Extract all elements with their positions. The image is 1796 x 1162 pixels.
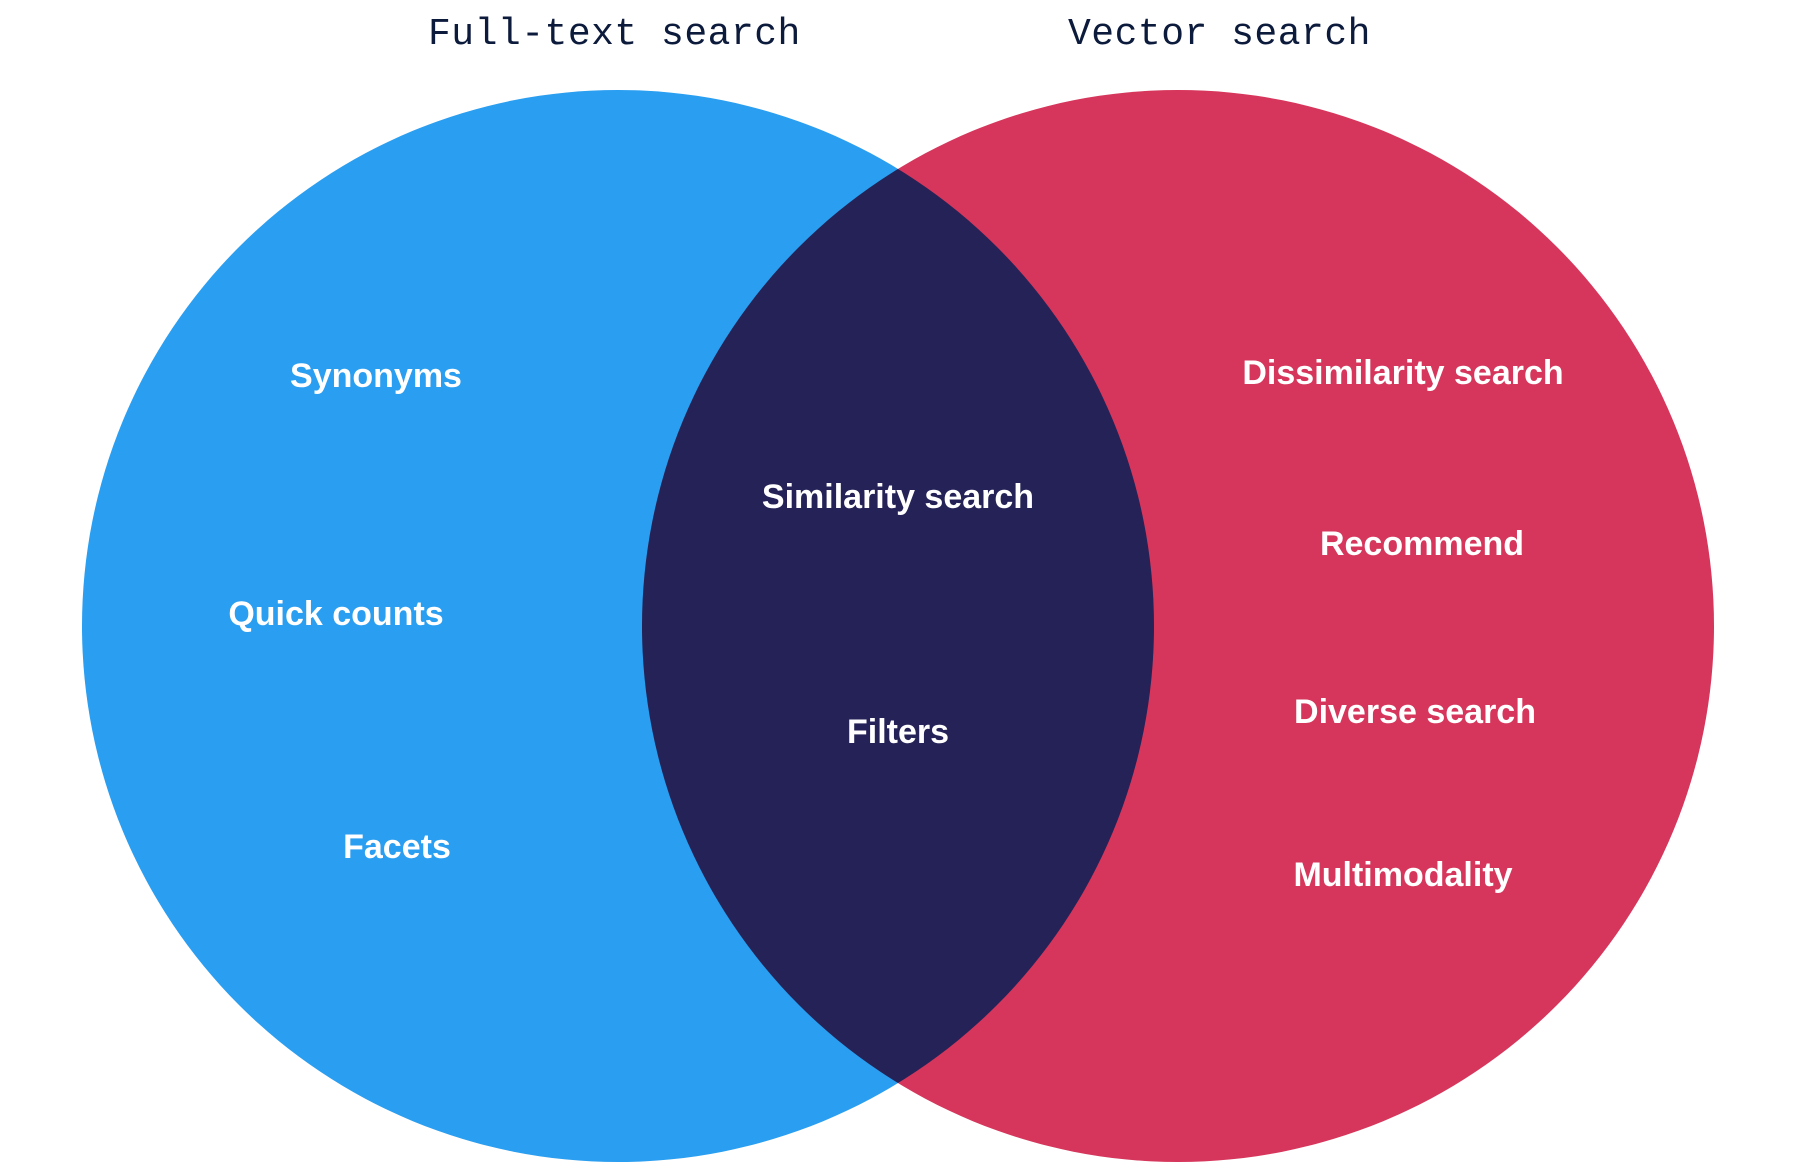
- right-circle: [642, 90, 1714, 1162]
- right-item-3: Multimodality: [1293, 856, 1512, 895]
- left-item-0: Synonyms: [290, 357, 462, 396]
- right-circle-title: Vector search: [1068, 13, 1371, 56]
- intersection-item-0: Similarity search: [762, 478, 1034, 517]
- left-circle-title: Full-text search: [428, 13, 801, 56]
- right-item-2: Diverse search: [1294, 693, 1536, 732]
- right-item-1: Recommend: [1320, 525, 1524, 564]
- right-item-0: Dissimilarity search: [1242, 354, 1563, 393]
- left-item-2: Facets: [343, 828, 451, 867]
- intersection-item-1: Filters: [847, 713, 949, 752]
- left-item-1: Quick counts: [228, 595, 443, 634]
